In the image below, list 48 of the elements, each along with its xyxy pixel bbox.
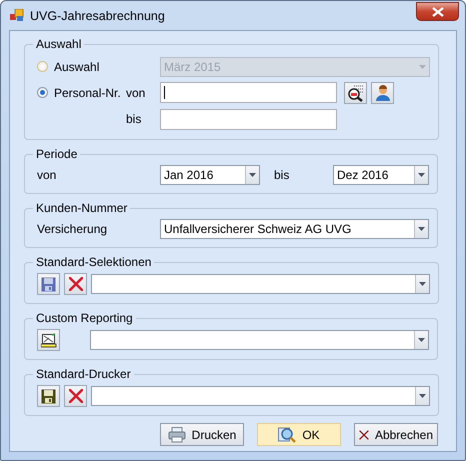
radio-option[interactable]: Personal-Nr. (37, 86, 126, 100)
person-icon (376, 84, 390, 100)
search-icon (346, 84, 364, 102)
group-title: Standard-Selektionen (35, 255, 152, 269)
search-button[interactable] (344, 82, 367, 104)
magnifier-icon (278, 426, 296, 444)
dropdown-arrow-icon (419, 394, 426, 398)
ok-button[interactable]: OK (257, 423, 341, 446)
from-dropdown[interactable]: Jan 2016 (160, 165, 260, 185)
dropdown-arrow-icon (419, 282, 426, 286)
close-button[interactable] (416, 2, 459, 21)
close-icon (432, 6, 444, 16)
to-dropdown[interactable]: Dez 2016 (333, 165, 429, 185)
field-label: Versicherung (37, 222, 108, 236)
radio-option[interactable]: Auswahl (37, 60, 126, 74)
group-title: Custom Reporting (35, 311, 134, 325)
save-button[interactable] (37, 385, 60, 407)
group-title: Standard-Drucker (35, 367, 132, 381)
dropdown-arrow-icon (249, 173, 256, 177)
field-label: von (126, 86, 146, 100)
insurance-dropdown[interactable]: Unfallversicherer Schweiz AG UVG (160, 219, 429, 239)
window-title: UVG-Jahresabrechnung (30, 8, 166, 22)
selection-dropdown[interactable] (91, 386, 430, 406)
delete-button[interactable] (64, 273, 87, 295)
selection-dropdown[interactable] (90, 330, 429, 350)
group-title: Periode (35, 147, 78, 161)
group-title: Kunden-Nummer (35, 201, 128, 215)
dropdown-arrow-icon (418, 338, 425, 342)
delete-button[interactable] (64, 385, 87, 407)
delete-icon (68, 389, 82, 403)
input-field[interactable] (160, 108, 337, 130)
dropdown-arrow-icon (418, 227, 425, 231)
person-button[interactable] (371, 82, 394, 104)
dropdown-arrow-icon (418, 173, 425, 177)
field-label: bis (126, 112, 142, 126)
cancel-button[interactable]: Abbrechen (354, 423, 438, 446)
field-label: bis (274, 168, 290, 182)
group-title: Auswahl (35, 37, 82, 51)
selection-dropdown[interactable] (91, 274, 430, 294)
input-field[interactable] (160, 82, 337, 103)
delete-icon (68, 277, 82, 291)
dropdown-arrow-icon (419, 64, 426, 68)
field-label: von (37, 168, 58, 182)
app-icon (10, 9, 24, 22)
print-button[interactable]: Drucken (160, 423, 244, 446)
printer-icon (168, 426, 186, 442)
report-button[interactable] (37, 329, 60, 351)
report-chart-icon (40, 332, 56, 348)
